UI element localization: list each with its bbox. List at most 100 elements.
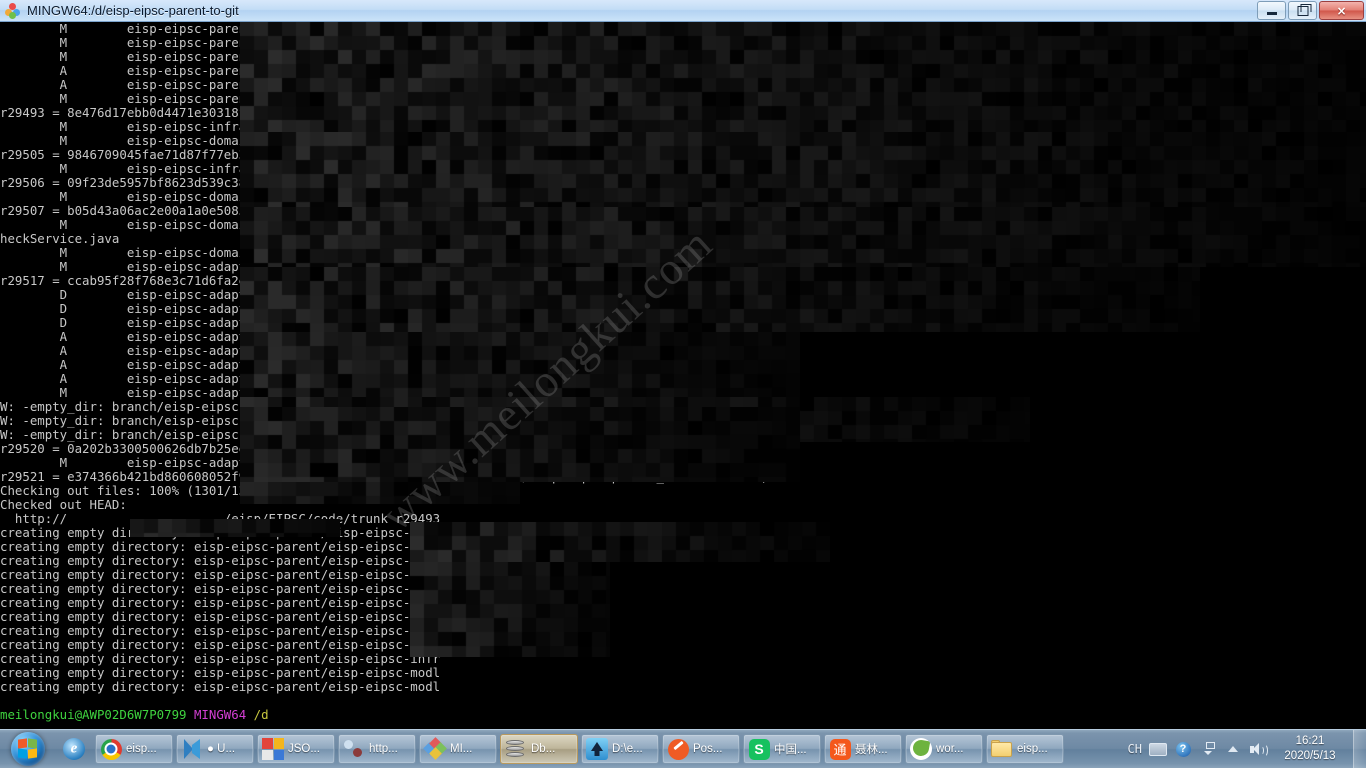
terminal-line: creating empty directory: eisp-eipsc-par… [0,526,768,540]
terminal-line: r29493 = 8e476d17ebb0d4471e30318f9 [0,106,768,120]
http-icon [343,738,365,760]
sogou-icon-wrap [747,737,771,761]
terminal-line: Checked out HEAD: [0,498,768,512]
taskbar-button-label: MI... [450,743,472,755]
spring-icon [910,738,932,760]
terminal-line: r29507 = b05d43a06ac2e00a1a0e5085e [0,204,768,218]
http-icon-wrap [342,737,366,761]
prompt-user-host: meilongkui@AWP02D6W7P0799 [0,707,187,722]
terminal-line: D eisp-eipsc-adaptor [0,302,768,316]
terminal-line: M eisp-eipsc-adaptor [0,386,768,400]
quicklaunch-internet-explorer[interactable] [57,733,91,765]
terminal-line: M eisp-eipsc-parent/ [0,36,768,50]
terminal-line: A eisp-eipsc-parent/ [0,78,768,92]
terminal-line: D eisp-eipsc-adaptor [0,288,768,302]
taskbar-button-label: ● U... [207,743,235,755]
vscode-icon-wrap [180,737,204,761]
show-hidden-icons-icon[interactable] [1224,740,1242,758]
ftp-icon [586,738,608,760]
terminal-line: A eisp-eipsc-adaptor [0,358,768,372]
terminal-line: creating empty directory: eisp-eipsc-par… [0,638,768,652]
show-desktop-button[interactable] [1353,730,1366,768]
taskbar-button-http-tool[interactable]: http... [338,734,416,764]
terminal-line: M eisp-eipsc-parent/ [0,50,768,64]
terminal-line: M eisp-eipsc-domain/ [0,190,768,204]
terminal-line: http:// /eisp/EIPSC/code/trunk r29493 [0,512,768,526]
database-icon [505,739,527,759]
terminal-line: r29521 = e374366b421bd860608052f9913d81c… [0,470,768,484]
start-button[interactable] [1,730,55,768]
postman-icon [668,739,689,760]
folder-icon-wrap [990,737,1014,761]
terminal-line: creating empty directory: eisp-eipsc-par… [0,680,768,694]
ftp-icon-wrap [585,737,609,761]
ie-icon [63,738,85,760]
sogou-icon [749,739,770,760]
volume-icon[interactable] [1249,740,1267,758]
terminal-line: W: -empty_dir: branch/eisp-eipsc-p [0,428,768,442]
taskbar-button-label: eisp... [1017,743,1048,755]
terminal-line: M eisp-eipsc-domain/ [0,134,768,148]
window-title: MINGW64:/d/eisp-eipsc-parent-to-git [27,3,239,18]
taskbar-button-label: Db... [531,743,555,755]
terminal-output-area[interactable]: M eisp-eipsc-parent/ M eisp-eipsc-parent… [0,22,1366,729]
mi-icon-wrap [423,737,447,761]
chrome-icon [101,739,122,760]
taskbar-button-json-editor[interactable]: JSO... [257,734,335,764]
taskbar-button-vscode[interactable]: ● U... [176,734,254,764]
language-indicator[interactable]: CH [1128,742,1142,756]
keyboard-icon[interactable] [1149,740,1167,758]
json-icon [262,738,284,760]
terminal-line: M eisp-eipsc-adaptor [0,456,768,470]
tong-icon [830,739,851,760]
taskbar-button-mi-app[interactable]: MI... [419,734,497,764]
taskbar-button-explorer[interactable]: eisp... [986,734,1064,764]
database-icon-wrap [504,737,528,761]
taskbar-button-label: JSO... [288,743,320,755]
terminal-line: creating empty directory: eisp-eipsc-par… [0,652,768,666]
taskbar-button-db-tool[interactable]: Db... [500,734,578,764]
taskbar-button-postman[interactable]: Pos... [662,734,740,764]
folder-icon [991,740,1013,758]
taskbar-button-tong-app[interactable]: 聂林... [824,734,902,764]
prompt-shell: MINGW64 [187,707,247,722]
terminal-line: A eisp-eipsc-adaptor [0,330,768,344]
windows-taskbar: eisp... ● U... JSO... http... MI... Db... D:\e… [0,729,1366,768]
terminal-line: W: -empty_dir: branch/eisp-eipsc-p [0,400,768,414]
prompt-path: /d [246,707,268,722]
terminal-line: creating empty directory: eisp-eipsc-par… [0,666,768,680]
terminal-line: creating empty directory: eisp-eipsc-par… [0,596,768,610]
terminal-line: M eisp-eipsc-parent/ [0,22,768,36]
maximize-button[interactable] [1288,1,1317,20]
terminal-line: A eisp-eipsc-adaptor [0,372,768,386]
terminal-line: creating empty directory: eisp-eipsc-par… [0,540,768,554]
terminal-line: M eisp-eipsc-parent/ [0,92,768,106]
terminal-line: creating empty directory: eisp-eipsc-par… [0,554,768,568]
terminal-line: W: -empty_dir: branch/eisp-eipsc-p [0,414,768,428]
taskbar-button-filezilla[interactable]: D:\e... [581,734,659,764]
taskbar-button-chrome[interactable]: eisp... [95,734,173,764]
taskbar-button-label: eisp... [126,743,157,755]
close-button[interactable]: × [1319,1,1364,20]
window-controls: × [1257,1,1364,20]
ime-icon[interactable] [1199,740,1217,758]
terminal-line: creating empty directory: eisp-eipsc-par… [0,568,768,582]
terminal-line: A eisp-eipsc-parent/ [0,64,768,78]
taskbar-button-label: wor... [936,743,963,755]
terminal-line: M eisp-eipsc-infrast [0,120,768,134]
terminal-line: M eisp-eipsc-domain/ [0,218,768,232]
terminal-line: M eisp-eipsc-domain/ [0,246,768,260]
help-icon[interactable]: ? [1174,740,1192,758]
postman-icon-wrap [666,737,690,761]
minimize-button[interactable] [1257,1,1286,20]
taskbar-button-label: D:\e... [612,743,643,755]
window-titlebar[interactable]: MINGW64:/d/eisp-eipsc-parent-to-git × [0,0,1366,22]
terminal-line: D eisp-eipsc-adaptor [0,316,768,330]
json-icon-wrap [261,737,285,761]
clock[interactable]: 16:21 2020/5/13 [1271,734,1349,764]
clock-date: 2020/5/13 [1271,749,1349,764]
taskbar-button-sogou[interactable]: 中国... [743,734,821,764]
close-icon: × [1336,5,1346,17]
taskbar-button-spring-tool[interactable]: wor... [905,734,983,764]
terminal-line: creating empty directory: eisp-eipsc-par… [0,582,768,596]
